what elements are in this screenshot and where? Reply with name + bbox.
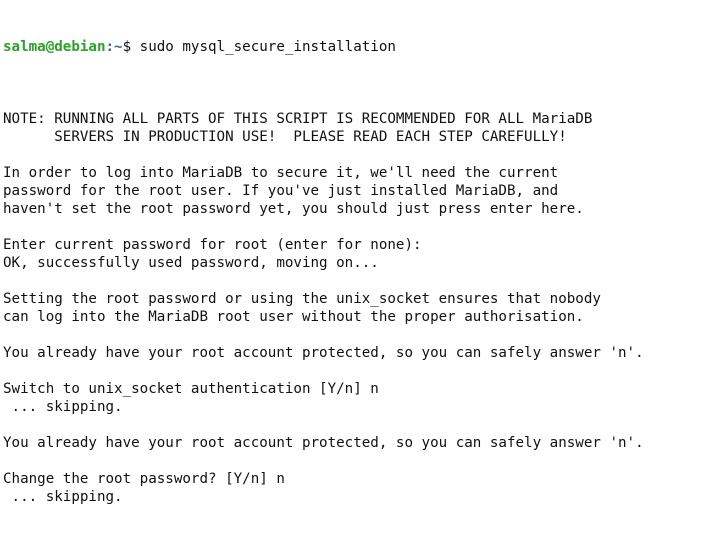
prompt-symbol: $ (122, 39, 132, 55)
prompt-path: :~ (105, 39, 123, 55)
prompt-command: sudo mysql_secure_installation (131, 39, 396, 55)
output-line: Enter current password for root (enter f… (3, 237, 422, 253)
output-line: haven't set the root password yet, you s… (3, 201, 584, 217)
output-line: Setting the root password or using the u… (3, 291, 601, 307)
output-line: ... skipping. (3, 399, 123, 415)
output-line: password for the root user. If you've ju… (3, 183, 559, 199)
terminal-output: NOTE: RUNNING ALL PARTS OF THIS SCRIPT I… (3, 92, 707, 506)
output-line: Switch to unix_socket authentication [Y/… (3, 381, 379, 397)
output-line: In order to log into MariaDB to secure i… (3, 165, 559, 181)
output-line: OK, successfully used password, moving o… (3, 255, 379, 271)
output-line: NOTE: RUNNING ALL PARTS OF THIS SCRIPT I… (3, 111, 593, 127)
output-line: can log into the MariaDB root user witho… (3, 309, 584, 325)
output-line: Change the root password? [Y/n] n (3, 471, 285, 487)
output-line: SERVERS IN PRODUCTION USE! PLEASE READ E… (3, 129, 567, 145)
output-line: ... skipping. (3, 489, 123, 505)
terminal-window[interactable]: salma@debian:~$ sudo mysql_secure_instal… (0, 0, 707, 505)
prompt-line: salma@debian:~$ sudo mysql_secure_instal… (3, 38, 707, 56)
prompt-user-host: salma@debian (3, 39, 106, 55)
output-line: You already have your root account prote… (3, 345, 644, 361)
output-line: You already have your root account prote… (3, 435, 644, 451)
